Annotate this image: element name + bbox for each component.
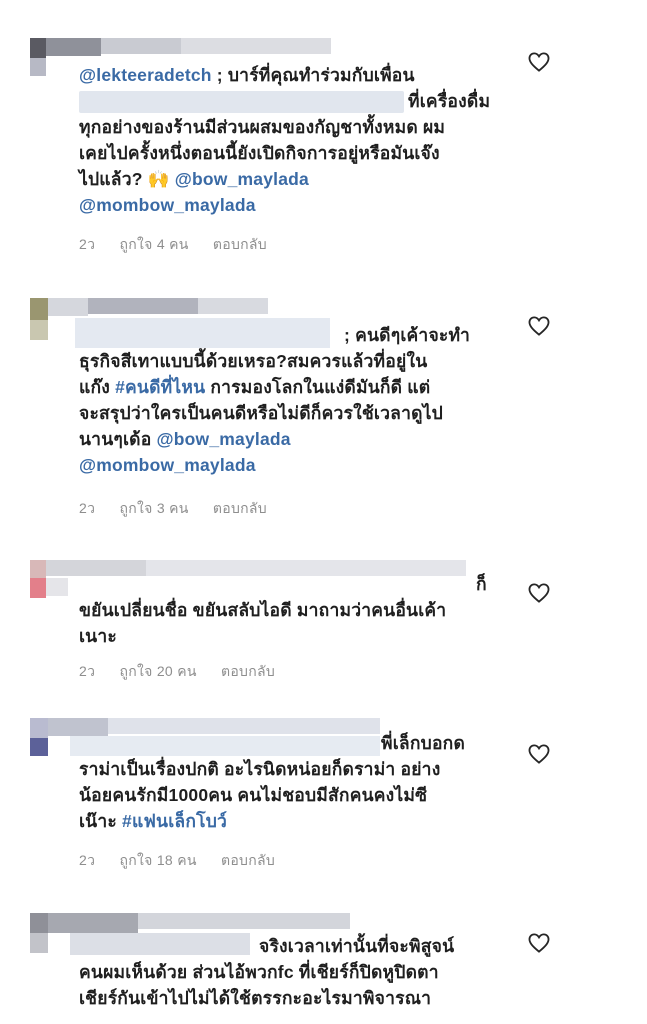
heart-outline-icon[interactable] (528, 933, 550, 953)
hashtag-link[interactable]: #คนดีที่ไหน (115, 377, 205, 397)
heart-outline-icon[interactable] (528, 583, 550, 603)
mention-link[interactable]: @mombow_maylada (79, 195, 256, 215)
heart-outline-icon[interactable] (528, 52, 550, 72)
comment-time: 2ว (79, 852, 96, 868)
mention-link[interactable]: @mombow_maylada (79, 455, 256, 475)
mention-link[interactable]: @bow_maylada (156, 429, 290, 449)
comment-meta: 2ว ถูกใจ 4 คน ตอบกลับ (79, 234, 287, 256)
mention-link[interactable]: @lekteeradetch (79, 65, 212, 85)
comment-time: 2ว (79, 663, 96, 679)
likes-count[interactable]: ถูกใจ 4 คน (119, 236, 188, 252)
comment-item: จริงเวลาเท่านั้นที่จะพิสูจน์ คนผมเห็นด้ว… (0, 905, 600, 1024)
likes-count[interactable]: ถูกใจ 20 คน (119, 663, 196, 679)
heart-outline-icon[interactable] (528, 744, 550, 764)
comment-meta: 2ว ถูกใจ 3 คน ตอบกลับ (79, 498, 287, 520)
reply-button[interactable]: ตอบกลับ (221, 852, 275, 868)
comment-item: พี่เล็กบอกด ราม่าเป็นเรื่องปกติ อะไรนิดห… (0, 710, 600, 905)
heart-outline-icon[interactable] (528, 316, 550, 336)
reply-button[interactable]: ตอบกลับ (221, 663, 275, 679)
comment-item: ก็ ขยันเปลี่ยนชื่อ ขยันสลับไอดี มาถามว่า… (0, 545, 600, 710)
mention-link[interactable]: @bow_maylada (175, 169, 309, 189)
comment-meta: 2ว ถูกใจ 20 คน ตอบกลับ (79, 661, 295, 683)
hashtag-link[interactable]: #แฟนเล็กโบว์ (122, 811, 227, 831)
comment-item: ; คนดีๆเค้าจะทำ ธุรกิจสีเทาแบบนี้ด้วยเหร… (0, 280, 600, 545)
reply-button[interactable]: ตอบกลับ (213, 500, 267, 516)
comment-time: 2ว (79, 236, 96, 252)
comment-time: 2ว (79, 500, 96, 516)
comment-meta: 2ว ถูกใจ 18 คน ตอบกลับ (79, 850, 295, 872)
likes-count[interactable]: ถูกใจ 18 คน (119, 852, 196, 868)
comment-item: @lekteeradetch ; บาร์ที่คุณทำร่วมกับเพื่… (0, 0, 600, 280)
likes-count[interactable]: ถูกใจ 3 คน (119, 500, 188, 516)
blurred-text (79, 91, 404, 114)
reply-button[interactable]: ตอบกลับ (213, 236, 267, 252)
